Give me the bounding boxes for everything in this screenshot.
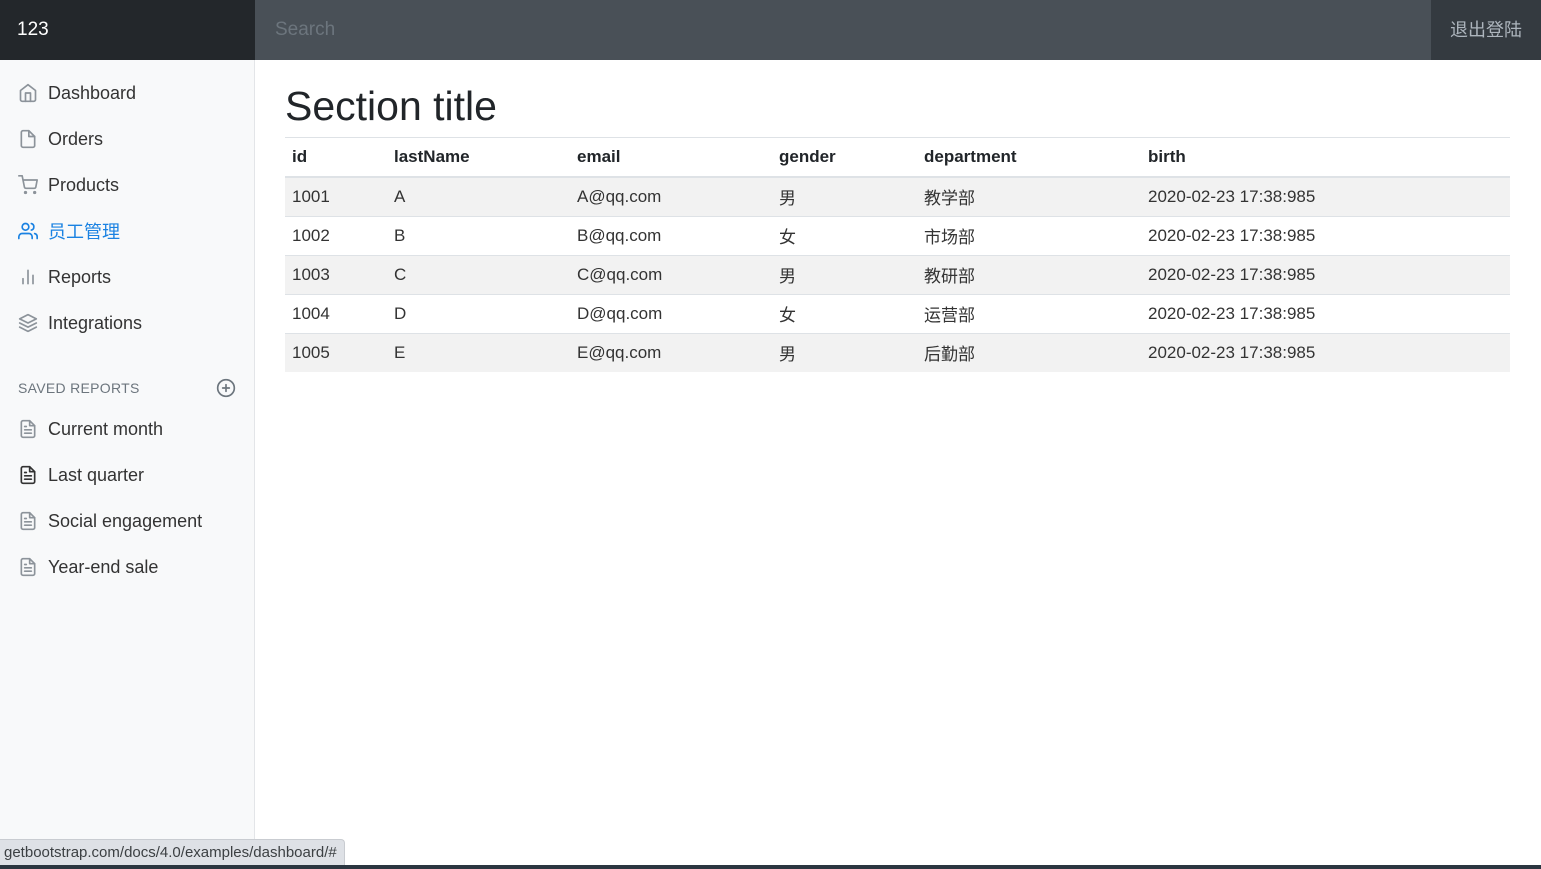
saved-report-label: Last quarter (48, 464, 145, 485)
file-text-icon (18, 511, 38, 531)
table-row: 1005 E E@qq.com 男 后勤部 2020-02-23 17:38:9… (285, 332, 1510, 372)
cell-gender: 男 (772, 176, 917, 216)
sidebar-item-label: Products (48, 174, 120, 195)
cell-department: 教学部 (917, 176, 1141, 216)
saved-report-year-end-sale[interactable]: Year-end sale (0, 544, 254, 590)
cell-id: 1004 (285, 293, 387, 333)
column-header-birth: birth (1141, 138, 1510, 178)
saved-reports-heading-label: SAVED REPORTS (18, 380, 140, 396)
file-text-icon (18, 557, 38, 577)
table-header-row: id lastName email gender department birt… (285, 138, 1510, 178)
cell-lastname: B (387, 215, 570, 255)
cell-gender: 男 (772, 332, 917, 372)
table-row: 1003 C C@qq.com 男 教研部 2020-02-23 17:38:9… (285, 254, 1510, 294)
link-status-bar: getbootstrap.com/docs/4.0/examples/dashb… (0, 839, 345, 865)
main-content: Section title id lastName email gender d… (285, 60, 1510, 372)
sidebar-item-reports[interactable]: Reports (0, 254, 254, 300)
sidebar-item-label: Reports (48, 266, 112, 287)
sign-out-link[interactable]: 退出登陆 (1431, 0, 1541, 60)
bar-chart-icon (18, 267, 38, 287)
cell-birth: 2020-02-23 17:38:985 (1141, 176, 1510, 216)
employee-table: id lastName email gender department birt… (285, 138, 1510, 372)
column-header-email: email (570, 138, 772, 178)
cell-id: 1002 (285, 215, 387, 255)
cell-department: 教研部 (917, 254, 1141, 294)
sidebar: Dashboard Orders Products 员工管理 Reports I… (0, 60, 255, 869)
cell-id: 1003 (285, 254, 387, 294)
sidebar-item-label: Integrations (48, 312, 143, 333)
cell-id: 1001 (285, 176, 387, 216)
window-bottom-edge (0, 865, 1541, 869)
cell-email: B@qq.com (570, 215, 772, 255)
cell-lastname: C (387, 254, 570, 294)
cell-email: C@qq.com (570, 254, 772, 294)
column-header-gender: gender (772, 138, 917, 178)
file-text-icon (18, 419, 38, 439)
cell-department: 后勤部 (917, 332, 1141, 372)
cell-lastname: D (387, 293, 570, 333)
table-row: 1001 A A@qq.com 男 教学部 2020-02-23 17:38:9… (285, 176, 1510, 216)
cell-gender: 女 (772, 215, 917, 255)
cell-email: D@qq.com (570, 293, 772, 333)
cell-birth: 2020-02-23 17:38:985 (1141, 215, 1510, 255)
page-title: Section title (285, 60, 1510, 138)
cell-birth: 2020-02-23 17:38:985 (1141, 254, 1510, 294)
sidebar-item-employees[interactable]: 员工管理 (0, 208, 254, 254)
column-header-id: id (285, 138, 387, 178)
cell-department: 市场部 (917, 215, 1141, 255)
table-row: 1002 B B@qq.com 女 市场部 2020-02-23 17:38:9… (285, 215, 1510, 255)
sidebar-item-label: Orders (48, 128, 104, 149)
cell-birth: 2020-02-23 17:38:985 (1141, 332, 1510, 372)
saved-reports-heading: SAVED REPORTS (0, 370, 254, 406)
column-header-lastname: lastName (387, 138, 570, 178)
saved-report-current-month[interactable]: Current month (0, 406, 254, 452)
cell-lastname: A (387, 176, 570, 216)
sidebar-item-label: Dashboard (48, 82, 137, 103)
sidebar-item-label: 员工管理 (48, 222, 120, 242)
shopping-cart-icon (18, 175, 38, 195)
search-input[interactable] (255, 0, 1431, 60)
home-icon (18, 83, 38, 103)
sidebar-item-orders[interactable]: Orders (0, 116, 254, 162)
cell-id: 1005 (285, 332, 387, 372)
saved-report-last-quarter[interactable]: Last quarter (0, 452, 254, 498)
top-navbar: 123 退出登陆 (0, 0, 1541, 60)
saved-report-label: Year-end sale (48, 556, 159, 577)
cell-gender: 男 (772, 254, 917, 294)
saved-report-social-engagement[interactable]: Social engagement (0, 498, 254, 544)
layers-icon (18, 313, 38, 333)
saved-report-label: Social engagement (48, 510, 203, 531)
users-icon (18, 221, 38, 241)
cell-department: 运营部 (917, 293, 1141, 333)
plus-circle-icon[interactable] (216, 378, 236, 398)
sidebar-item-integrations[interactable]: Integrations (0, 300, 254, 346)
cell-birth: 2020-02-23 17:38:985 (1141, 293, 1510, 333)
cell-email: E@qq.com (570, 332, 772, 372)
table-row: 1004 D D@qq.com 女 运营部 2020-02-23 17:38:9… (285, 293, 1510, 333)
sidebar-item-products[interactable]: Products (0, 162, 254, 208)
file-icon (18, 129, 38, 149)
column-header-department: department (917, 138, 1141, 178)
file-text-icon (18, 465, 38, 485)
brand-link[interactable]: 123 (0, 0, 255, 60)
cell-gender: 女 (772, 293, 917, 333)
sidebar-item-dashboard[interactable]: Dashboard (0, 70, 254, 116)
cell-lastname: E (387, 332, 570, 372)
cell-email: A@qq.com (570, 176, 772, 216)
saved-report-label: Current month (48, 418, 164, 439)
